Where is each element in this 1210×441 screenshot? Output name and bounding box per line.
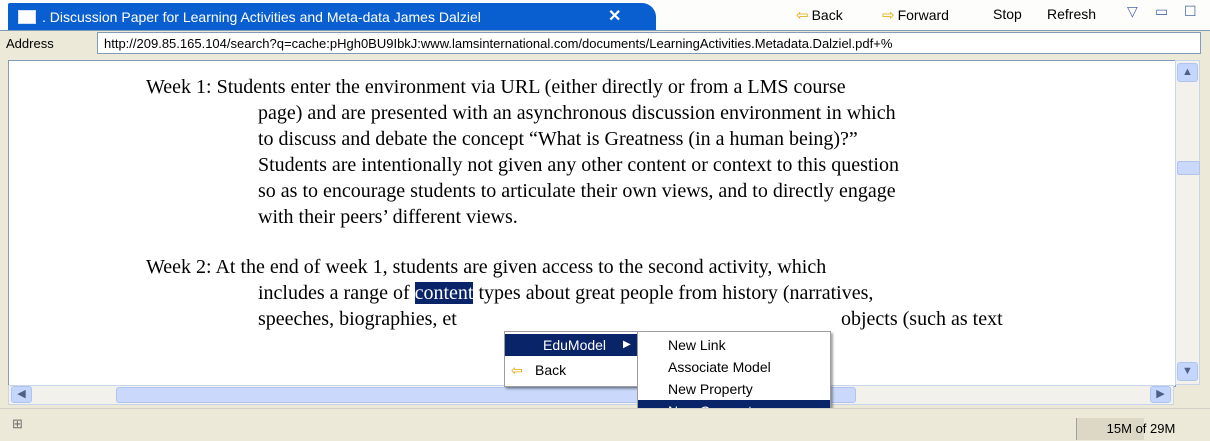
selected-word[interactable]: content	[414, 282, 474, 304]
view-menu-icon[interactable]: ▽	[1127, 3, 1138, 20]
address-input[interactable]	[97, 32, 1201, 54]
back-arrow-icon: ⇦	[796, 7, 809, 24]
tab-document[interactable]: . Discussion Paper for Learning Activiti…	[8, 3, 656, 30]
week2-line-3-start: speeches, biographies, et	[258, 308, 457, 330]
week1-line-2: page) and are presented with an asynchro…	[258, 102, 896, 124]
refresh-button[interactable]: Refresh	[1047, 6, 1096, 22]
week1-line-6: with their peers’ different views.	[258, 206, 518, 228]
maximize-icon[interactable]: ☐	[1184, 3, 1197, 20]
address-label: Address	[6, 36, 54, 51]
forward-arrow-icon: ⇨	[882, 7, 895, 24]
menu-item-associate-model[interactable]: Associate Model	[638, 356, 830, 378]
forward-label: Forward	[897, 7, 949, 23]
scroll-left-icon[interactable]: ◀	[11, 386, 32, 403]
week1-line-4: Students are intentionally not given any…	[258, 154, 899, 176]
back-label: Back	[811, 7, 843, 23]
horizontal-scrollbar[interactable]: ◀ ▶	[8, 385, 1174, 405]
week1-line-3: to discuss and debate the concept “What …	[258, 128, 858, 150]
week2-line-2: includes a range of content types about …	[258, 280, 873, 306]
context-menu: EduModel ▶ ⇦ Back	[504, 331, 640, 387]
memory-indicator[interactable]: 15M of 29M	[1076, 418, 1205, 440]
tab-title: . Discussion Paper for Learning Activiti…	[42, 9, 481, 25]
scroll-right-icon[interactable]: ▶	[1150, 386, 1171, 403]
scroll-down-icon[interactable]: ▼	[1177, 362, 1198, 381]
week1-line-5: so as to encourage students to articulat…	[258, 180, 896, 202]
close-icon[interactable]: ✕	[608, 6, 621, 26]
fast-view-icon[interactable]: ⊞	[12, 416, 23, 432]
menu-item-new-property[interactable]: New Property	[638, 378, 830, 400]
document-icon	[18, 10, 36, 24]
minimize-icon[interactable]: ▭	[1155, 3, 1168, 20]
scroll-up-icon[interactable]: ▲	[1177, 63, 1198, 82]
vertical-scrollbar[interactable]: ▲ ▼	[1175, 60, 1200, 385]
menu-item-new-link[interactable]: New Link	[638, 334, 830, 356]
week2-line-2-post: types about great people from history (n…	[473, 282, 874, 304]
week1-line-1: Week 1: Students enter the environment v…	[146, 76, 846, 98]
menu-item-edumodel-label: EduModel	[543, 337, 607, 353]
submenu-arrow-icon: ▶	[623, 339, 631, 350]
vertical-scroll-thumb[interactable]	[1177, 161, 1200, 175]
week2-line-3-end: objects (such as text	[841, 308, 1003, 330]
forward-button[interactable]: ⇨ Forward	[882, 6, 949, 24]
menu-item-edumodel[interactable]: EduModel ▶	[505, 334, 639, 356]
week2-line-2-pre: includes a range of	[258, 282, 415, 304]
status-bar	[0, 408, 1210, 441]
week2-line-1: Week 2: At the end of week 1, students a…	[146, 256, 827, 278]
menu-item-back[interactable]: ⇦ Back	[505, 359, 639, 381]
menu-item-back-label: Back	[535, 362, 567, 378]
back-button[interactable]: ⇦ Back	[796, 6, 843, 24]
memory-label: 15M of 29M	[1106, 421, 1176, 436]
back-arrow-icon: ⇦	[511, 362, 523, 378]
stop-button[interactable]: Stop	[993, 6, 1022, 22]
